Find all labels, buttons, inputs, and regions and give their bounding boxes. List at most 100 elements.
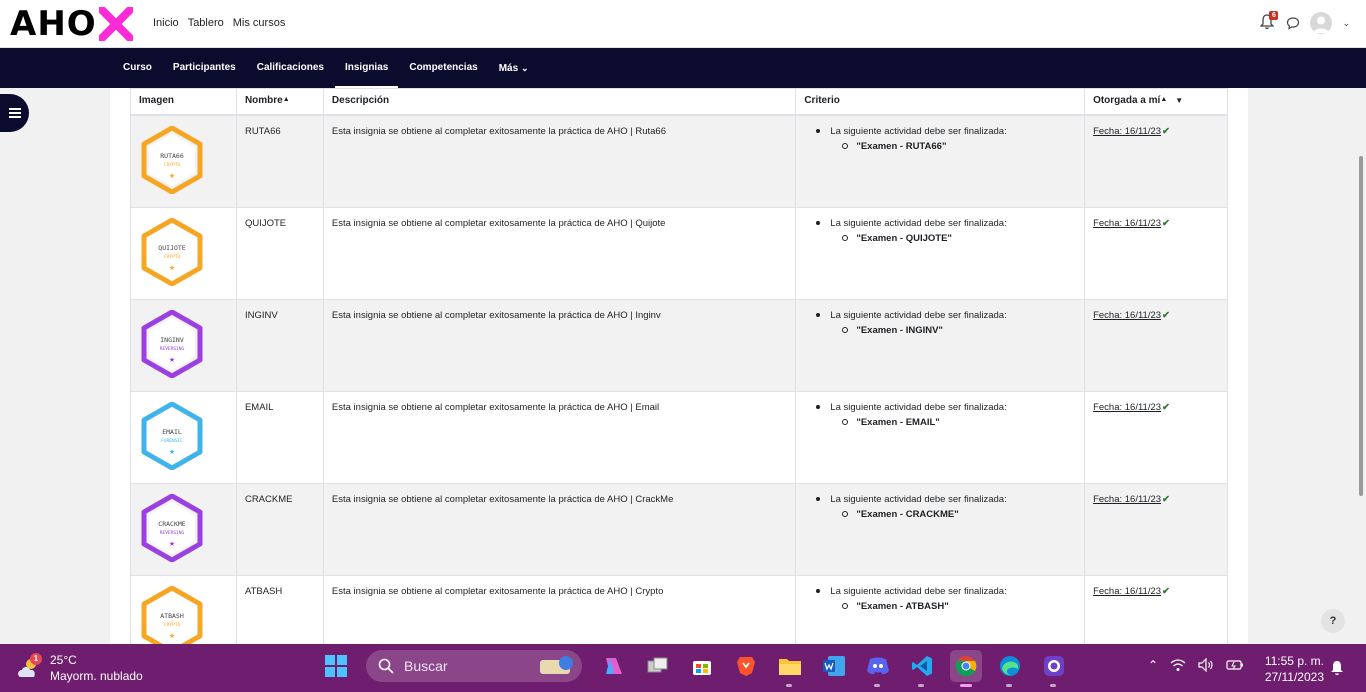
badges-table: Imagen Nombre▲ Descripción Criterio Otor… (130, 88, 1228, 668)
check-icon: ✔ (1162, 493, 1171, 505)
badge-image-title: CRACKME (158, 520, 185, 528)
course-navbar: Curso Participantes Calificaciones Insig… (0, 48, 1366, 88)
awarded-date-link[interactable]: Fecha: 16/11/23 (1093, 494, 1161, 505)
battery-icon[interactable] (1226, 659, 1244, 671)
badge-hexagon-icon[interactable]: INGINV REVERSING ★ (141, 309, 203, 378)
badge-description: Esta insignia se obtiene al completar ex… (322, 298, 797, 392)
criteria-intro: La siguiente actividad debe ser finaliza… (804, 402, 1076, 413)
badge-image-subtitle: CRYPTO (164, 162, 181, 168)
tab-more[interactable]: Más ⌄ (499, 48, 529, 88)
badge-image-subtitle: CRYPTO (164, 622, 181, 628)
star-icon: ★ (169, 264, 175, 272)
criteria-intro: La siguiente actividad debe ser finaliza… (804, 218, 1076, 229)
header-image: Imagen (130, 88, 237, 116)
badge-hexagon-icon[interactable]: EMAIL FORENSIC ★ (141, 401, 203, 470)
star-icon: ★ (169, 172, 175, 180)
github-desktop-icon[interactable] (1038, 650, 1070, 687)
nav-dashboard[interactable]: Tablero (188, 17, 224, 29)
star-icon: ★ (169, 448, 175, 456)
course-index-toggle[interactable] (0, 94, 29, 132)
running-indicator (1006, 684, 1012, 687)
messages-icon[interactable] (1286, 16, 1300, 30)
notification-center-button[interactable] (1330, 660, 1344, 681)
notifications-button[interactable]: 6 (1259, 11, 1279, 32)
search-placeholder: Buscar (404, 658, 448, 674)
criteria-intro: La siguiente actividad debe ser finaliza… (804, 494, 1076, 505)
primary-nav: Inicio Tablero Mis cursos (153, 17, 285, 29)
badge-hexagon-icon[interactable]: CRACKME REVERSING ★ (141, 493, 203, 562)
header-name-label: Nombre (244, 95, 283, 106)
badge-name: EMAIL (235, 390, 324, 484)
badge-name: QUIJOTE (235, 206, 324, 300)
discord-icon[interactable] (862, 650, 894, 687)
awarded-date-link[interactable]: Fecha: 16/11/23 (1093, 126, 1161, 137)
badge-awarded: Fecha: 16/11/23✔ (1084, 114, 1228, 208)
chrome-icon[interactable] (950, 650, 982, 687)
wifi-icon[interactable] (1170, 658, 1186, 672)
header-criteria: Criterio (795, 88, 1086, 116)
help-button[interactable]: ? (1321, 609, 1345, 633)
nav-my-courses[interactable]: Mis cursos (233, 17, 286, 29)
user-menu-chevron-icon[interactable]: ⌄ (1342, 18, 1350, 29)
windows-logo-icon (325, 655, 347, 677)
site-logo[interactable]: AHO (10, 4, 133, 44)
criteria-item: "Examen - RUTA66" (804, 141, 1076, 152)
volume-icon[interactable] (1198, 658, 1214, 672)
badge-image-subtitle: FORENSIC (161, 438, 183, 444)
badge-name: CRACKME (235, 482, 324, 576)
taskbar-search[interactable]: Buscar (366, 650, 582, 682)
system-clock[interactable]: 11:55 p. m. 27/11/2023 (1260, 653, 1324, 685)
awarded-date-link[interactable]: Fecha: 16/11/23 (1093, 310, 1161, 321)
tab-competencies[interactable]: Competencias (409, 48, 477, 88)
running-indicator (1050, 684, 1056, 687)
start-button[interactable] (320, 650, 352, 682)
weather-badge: 1 (30, 653, 42, 665)
edge-icon[interactable] (994, 650, 1026, 687)
tab-participants[interactable]: Participantes (173, 48, 236, 88)
badge-image-subtitle: CRYPTO (164, 254, 181, 260)
brave-browser-icon[interactable] (730, 650, 762, 682)
badge-awarded: Fecha: 16/11/23✔ (1084, 206, 1228, 300)
awarded-date-link[interactable]: Fecha: 16/11/23 (1093, 402, 1161, 413)
nav-home[interactable]: Inicio (153, 17, 179, 29)
main-content: Imagen Nombre▲ Descripción Criterio Otor… (110, 88, 1248, 668)
chevron-up-icon[interactable]: ⌃ (1148, 658, 1158, 672)
weather-widget[interactable]: 1 25°C Mayorm. nublado (16, 652, 143, 684)
criteria-intro: La siguiente actividad debe ser finaliza… (804, 586, 1076, 597)
microsoft-store-icon[interactable] (686, 650, 718, 682)
badge-hexagon-icon[interactable]: QUIJOTE CRYPTO ★ (141, 217, 203, 286)
check-icon: ✔ (1162, 217, 1171, 229)
awarded-date-link[interactable]: Fecha: 16/11/23 (1093, 218, 1161, 229)
table-row: EMAIL FORENSIC ★ EMAIL Esta insignia se obti… (130, 390, 1228, 484)
star-icon: ★ (169, 356, 175, 364)
user-avatar[interactable] (1310, 12, 1333, 34)
weather-temperature: 25°C (50, 653, 77, 667)
tab-grades[interactable]: Calificaciones (257, 48, 324, 88)
task-view-icon[interactable] (642, 650, 674, 682)
badge-image-cell: CRACKME REVERSING ★ (130, 482, 237, 576)
check-icon: ✔ (1162, 585, 1171, 597)
criteria-item: "Examen - QUIJOTE" (804, 233, 1076, 244)
badge-awarded: Fecha: 16/11/23✔ (1084, 298, 1228, 392)
file-explorer-icon[interactable] (774, 650, 806, 687)
running-indicator (918, 684, 924, 687)
table-row: RUTA66 CRYPTO ★ RUTA66 Esta insignia se obti… (130, 114, 1228, 208)
header-awarded[interactable]: Otorgada a mí▲ ▼ (1084, 88, 1228, 116)
user-area: 6 ⌄ (1259, 11, 1350, 34)
vscode-icon[interactable] (906, 650, 938, 687)
table-header-row: Imagen Nombre▲ Descripción Criterio Otor… (130, 88, 1228, 116)
page-scrollbar[interactable] (1359, 156, 1363, 496)
header-name[interactable]: Nombre▲ (235, 88, 324, 116)
tab-course[interactable]: Curso (123, 48, 152, 88)
criteria-intro: La siguiente actividad debe ser finaliza… (804, 126, 1076, 137)
copilot-icon[interactable] (598, 650, 630, 682)
word-icon[interactable] (818, 650, 850, 682)
badge-image-title: INGINV (160, 336, 184, 344)
badge-hexagon-icon[interactable]: RUTA66 CRYPTO ★ (141, 125, 203, 194)
badge-criteria: La siguiente actividad debe ser finaliza… (795, 482, 1086, 576)
badge-image-title: QUIJOTE (158, 244, 185, 252)
tab-badges[interactable]: Insignias (334, 48, 399, 88)
clock-date: 27/11/2023 (1264, 670, 1324, 684)
badge-image-title: ATBASH (160, 612, 184, 620)
awarded-date-link[interactable]: Fecha: 16/11/23 (1093, 586, 1161, 597)
